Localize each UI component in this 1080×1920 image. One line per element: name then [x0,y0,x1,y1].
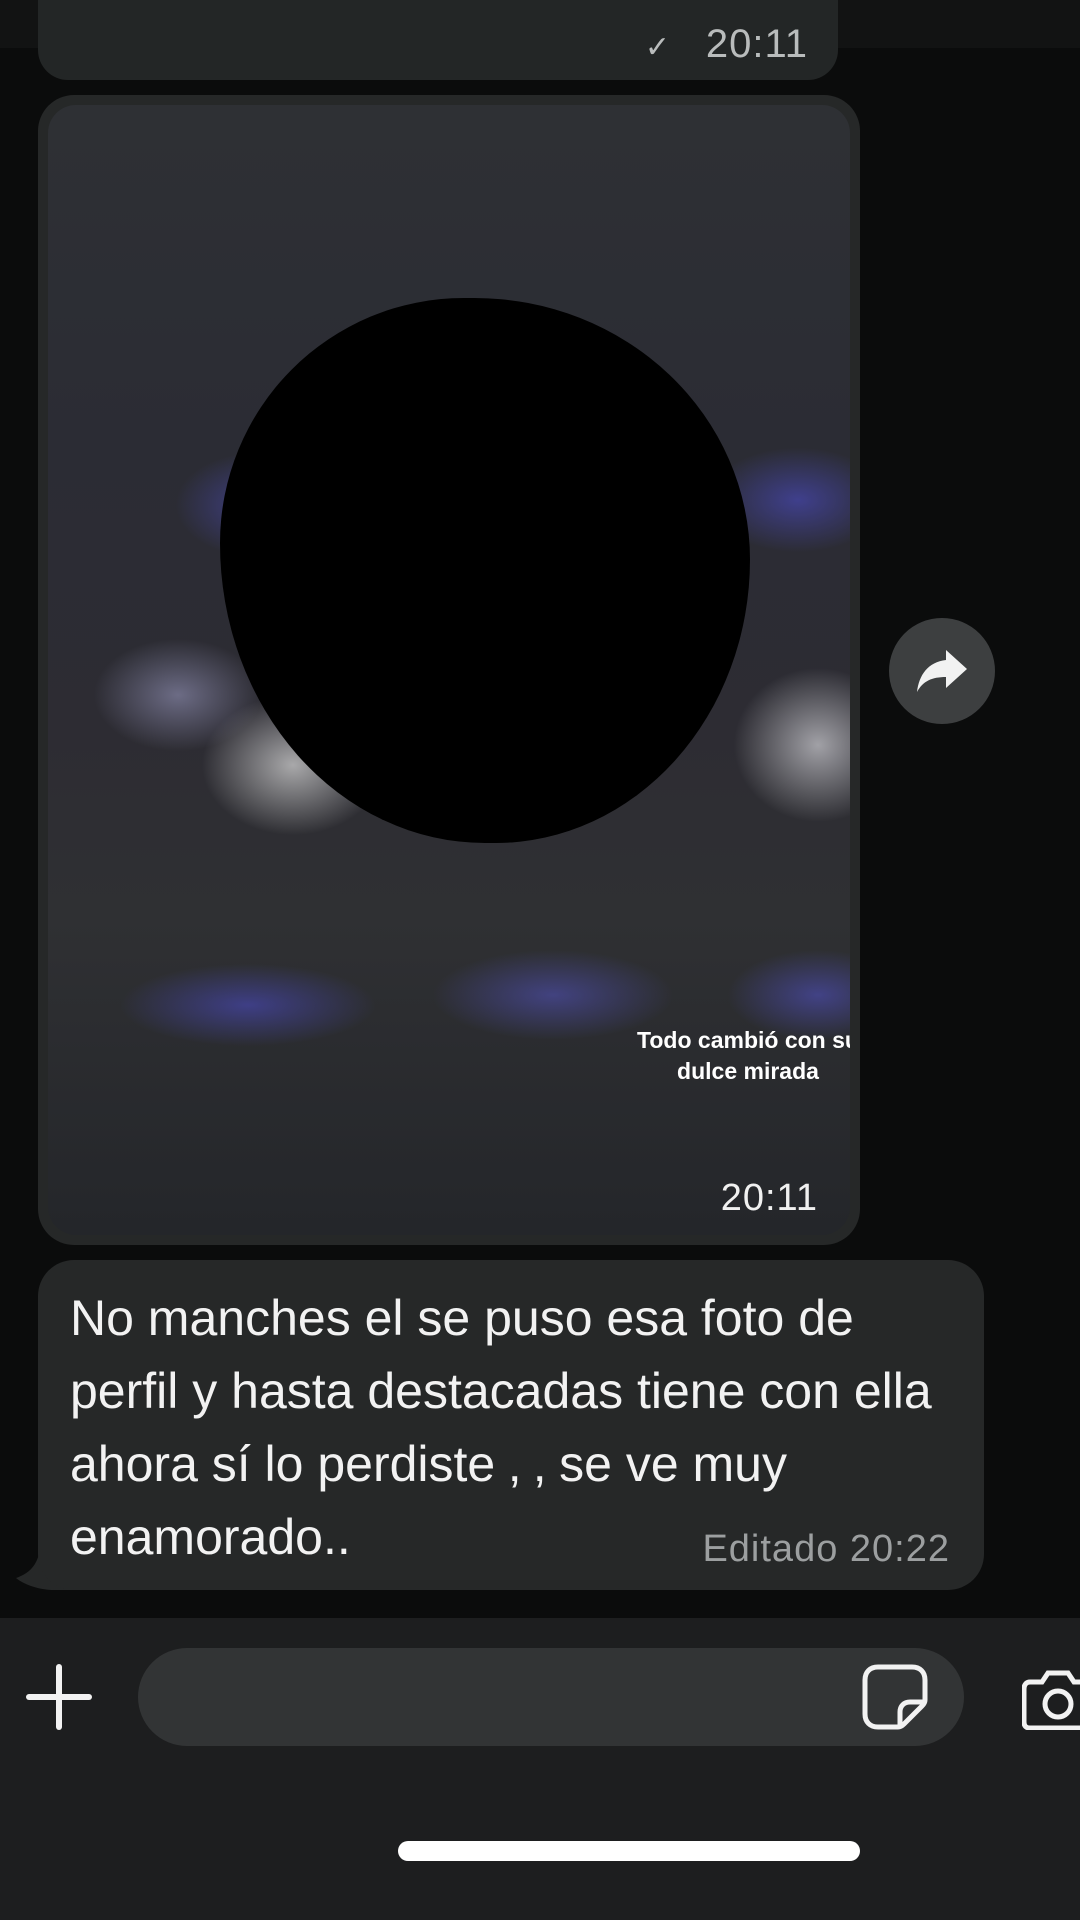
image-message-bubble[interactable]: Todo cambió con su dulce mirada 20:11 [38,95,860,1245]
image-overlay-caption: Todo cambió con su dulce mirada [637,1027,850,1084]
plus-icon[interactable] [24,1662,94,1732]
text-message-bubble[interactable]: No manches el se puso esa foto de perfil… [38,1260,984,1590]
redaction-blackout [220,298,750,843]
forward-arrow-icon [917,650,967,692]
message-input[interactable] [138,1648,964,1746]
message-time: 20:22 [849,1528,950,1570]
edited-label: Editado [702,1528,839,1570]
camera-icon[interactable] [1022,1668,1080,1730]
previous-message-time: 20:11 [705,22,808,66]
shared-image[interactable]: Todo cambió con su dulce mirada 20:11 [48,105,850,1235]
composer-bar [0,1618,1080,1920]
sticker-icon[interactable] [860,1662,930,1732]
image-message-time: 20:11 [720,1177,818,1219]
read-check-icon: ✓ [644,31,670,64]
previous-message-bubble[interactable]: ✓ 20:11 [38,0,838,80]
forward-button[interactable] [889,618,995,724]
message-meta: Editado 20:22 [702,1528,950,1571]
home-indicator [398,1841,860,1861]
